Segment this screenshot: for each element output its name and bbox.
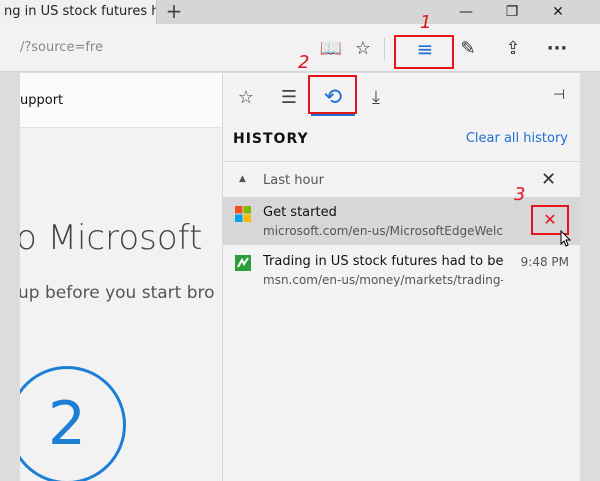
history-group-label: Last hour [263,173,324,188]
toolbar-divider [384,38,385,60]
history-item-url: microsoft.com/en-us/MicrosoftEdgeWelcc [263,224,503,238]
mouse-cursor-icon [560,230,572,247]
hub-callout-box [394,35,454,69]
history-item-url: msn.com/en-us/money/markets/trading-ir [263,273,503,287]
msn-money-icon [235,255,251,271]
history-item-title: Trading in US stock futures had to be ha… [263,254,508,269]
pin-icon[interactable]: ⊣ [553,87,565,103]
minimize-button[interactable]: — [446,0,486,24]
history-item-time: 9:48 PM [520,255,569,269]
clear-all-history-link[interactable]: Clear all history [466,131,568,146]
left-margin [0,73,20,481]
clear-group-icon[interactable]: ✕ [541,169,556,190]
share-icon[interactable]: ⇪ [500,36,526,62]
annotation-number-3: 3 [514,184,526,205]
history-item[interactable]: Trading in US stock futures had to be ha… [223,246,581,294]
annotation-number-2: 2 [298,52,310,73]
support-link[interactable]: upport [20,73,222,128]
favorites-tab-icon[interactable]: ☆ [233,85,259,111]
history-callout-box [308,75,357,114]
hub-panel: ☆ ☰ ⟲ ⤓ ⊣ HISTORY Clear all history ▲ La… [222,73,581,481]
history-item-title: Get started [263,205,337,220]
reading-view-icon[interactable]: 📖 [318,36,344,62]
microsoft-logo-icon [235,206,251,222]
new-tab-button[interactable]: + [162,0,186,24]
restore-button[interactable]: ❐ [492,0,532,24]
more-icon[interactable]: ··· [544,36,570,62]
browser-tab[interactable]: ng in US stock futures h [0,0,157,24]
page-subline: up before you start bro [20,283,215,303]
close-button[interactable]: ✕ [538,0,578,24]
web-note-icon[interactable]: ✎ [455,36,481,62]
history-title: HISTORY [233,131,309,147]
downloads-tab-icon[interactable]: ⤓ [363,85,389,111]
history-item[interactable]: Get started microsoft.com/en-us/Microsof… [223,197,581,245]
url-field[interactable]: /?source=fre [20,40,103,55]
history-group-header[interactable]: ▲ Last hour ✕ [223,167,581,197]
reading-list-tab-icon[interactable]: ☰ [276,85,302,111]
right-margin [580,73,600,481]
page-headline: o Microsoft [20,218,203,258]
collapse-caret-icon[interactable]: ▲ [239,174,246,184]
web-page: upport o Microsoft up before you start b… [20,73,222,481]
title-bar: ng in US stock futures h + — ❐ ✕ [0,0,600,24]
favorite-star-icon[interactable]: ☆ [350,36,376,62]
hub-divider [223,161,581,162]
step-badge: 2 [20,366,126,481]
annotation-number-1: 1 [420,12,432,33]
